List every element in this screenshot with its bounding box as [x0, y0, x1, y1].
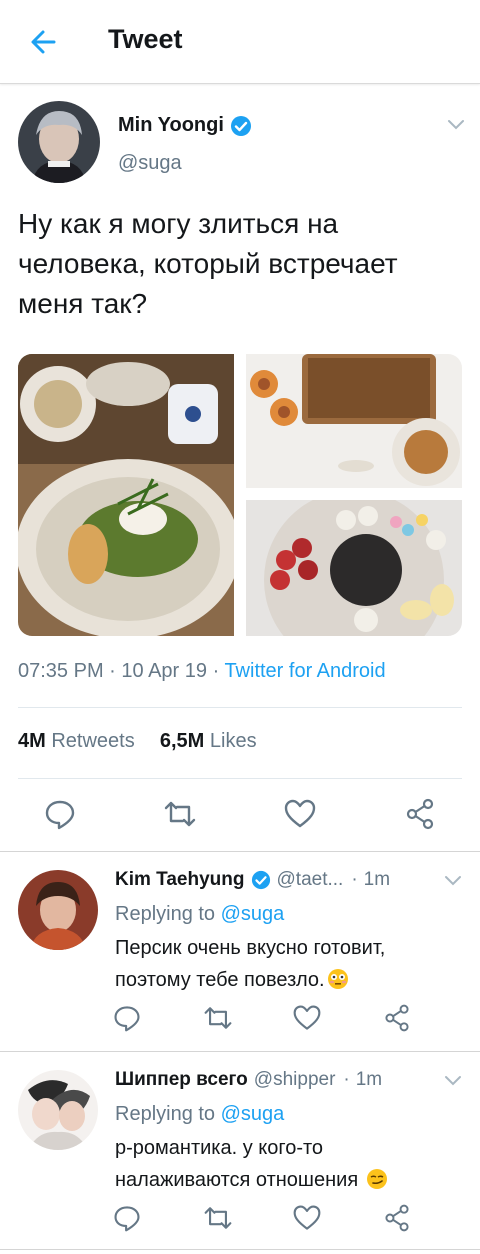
like-heart-icon[interactable]	[292, 1003, 322, 1033]
divider	[0, 1249, 480, 1250]
retweets-stat[interactable]: 4M Retweets	[18, 730, 135, 752]
share-icon[interactable]	[382, 1203, 412, 1233]
divider	[0, 1051, 480, 1052]
chevron-down-icon[interactable]	[446, 118, 466, 132]
author-name[interactable]: Min Yoongi	[118, 114, 224, 137]
reply-author-name[interactable]: Kim Taehyung	[115, 869, 245, 891]
chevron-down-icon[interactable]	[443, 1074, 463, 1088]
tweet-media-grid	[18, 354, 462, 636]
chevron-down-icon[interactable]	[443, 874, 463, 888]
reply-author-avatar[interactable]	[18, 1070, 98, 1150]
replying-to: Replying to @suga	[115, 903, 285, 925]
reply-author-avatar[interactable]	[18, 870, 98, 950]
reply-text: Персик очень вкусно готовит, поэтому теб…	[115, 937, 386, 991]
reply-icon[interactable]	[43, 797, 77, 831]
reply-author-row: Kim Taehyung @taet... · 1m	[115, 869, 391, 891]
tweet-photo-peach-crumble[interactable]	[246, 354, 462, 488]
reply-author-row: Шиппер всего @shipper · 1m	[115, 1069, 383, 1091]
likes-stat[interactable]: 6,5M Likes	[160, 730, 257, 752]
replying-to-handle[interactable]: @suga	[221, 1103, 285, 1125]
like-heart-icon[interactable]	[292, 1203, 322, 1233]
tweet-text: Ну как я могу злиться на человека, котор…	[18, 208, 398, 319]
retweet-icon[interactable]	[203, 1003, 233, 1033]
reply-author-handle[interactable]: @shipper	[254, 1069, 336, 1091]
reply-author-handle[interactable]: @taet...	[277, 869, 344, 891]
author-avatar[interactable]	[18, 101, 100, 183]
tweet-stats: 4M Retweets 6,5M Likes	[18, 730, 257, 753]
tweet-source-link[interactable]: Twitter for Android	[224, 660, 385, 682]
share-icon[interactable]	[403, 797, 437, 831]
author-name-row: Min Yoongi	[118, 114, 252, 137]
tweet-date: 10 Apr 19	[121, 660, 208, 682]
replying-to: Replying to @suga	[115, 1103, 285, 1125]
verified-badge-icon	[230, 115, 252, 137]
like-heart-icon[interactable]	[283, 797, 317, 831]
divider	[18, 778, 462, 779]
reply-icon[interactable]	[112, 1203, 142, 1233]
divider	[0, 851, 480, 852]
tweet-photo-breakfast[interactable]	[18, 354, 240, 636]
reply-icon[interactable]	[112, 1003, 142, 1033]
author-handle[interactable]: @suga	[118, 152, 182, 175]
app-header: Tweet	[0, 0, 480, 84]
share-icon[interactable]	[382, 1003, 412, 1033]
tweet-meta: 07:35 PM · 10 Apr 19 · Twitter for Andro…	[18, 660, 386, 682]
divider	[18, 707, 462, 708]
reply-time: 1m	[363, 869, 391, 890]
reply-author-name[interactable]: Шиппер всего	[115, 1069, 248, 1091]
retweet-icon[interactable]	[203, 1203, 233, 1233]
retweet-icon[interactable]	[163, 797, 197, 831]
reply-time: 1m	[355, 1069, 383, 1090]
smirking-face-emoji-icon	[366, 1168, 388, 1190]
back-arrow-icon[interactable]	[24, 22, 64, 62]
verified-badge-icon	[251, 870, 271, 890]
reply-text: р-романтика. у кого-то налаживаются отно…	[115, 1132, 455, 1196]
page-title: Tweet	[108, 24, 183, 54]
tweet-time: 07:35 PM	[18, 660, 104, 682]
tweet-photo-fruit-platter[interactable]	[246, 490, 462, 636]
replying-to-handle[interactable]: @suga	[221, 903, 285, 925]
flushed-face-emoji-icon	[327, 968, 349, 990]
